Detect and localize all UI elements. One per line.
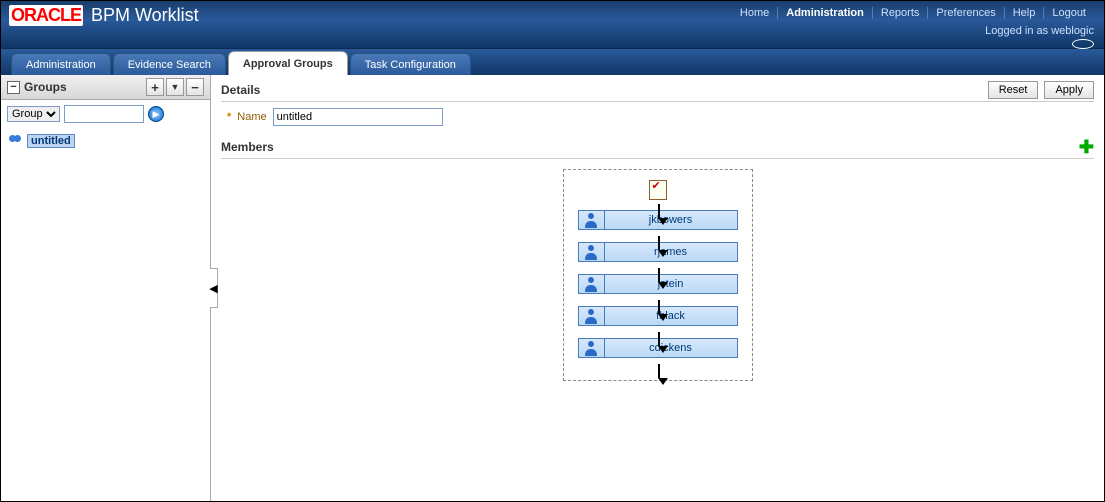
approval-flow: jkbowers rjames jstein fblack [563, 169, 753, 381]
collapse-icon[interactable]: − [7, 81, 20, 94]
accessibility-icon[interactable] [1072, 39, 1094, 49]
user-icon [584, 212, 598, 228]
member-name: jkbowers [605, 211, 737, 229]
splitter-handle[interactable]: ◀ [210, 268, 218, 308]
tab-bar: Administration Evidence Search Approval … [1, 49, 1104, 75]
oracle-logo: ORACLE [9, 5, 83, 26]
remove-group-button[interactable]: − [186, 78, 204, 96]
members-title: Members [221, 140, 274, 154]
nav-logout[interactable]: Logout [1044, 7, 1094, 19]
name-input[interactable] [273, 108, 443, 126]
member-name: rjames [605, 243, 737, 261]
filter-type-select[interactable]: Group [7, 106, 60, 122]
tab-administration[interactable]: Administration [11, 53, 111, 75]
app-title: BPM Worklist [91, 5, 199, 26]
groups-sidebar: − Groups + ▼ − Group ▶ untitled ◀ [1, 75, 211, 501]
user-icon [584, 308, 598, 324]
search-go-button[interactable]: ▶ [148, 106, 164, 122]
details-panel: Details Reset Apply * Name Members ✚ jkb… [211, 75, 1104, 501]
login-status: Logged in as weblogic [985, 25, 1094, 37]
group-icon [9, 134, 23, 148]
sidebar-title: Groups [24, 80, 67, 94]
user-icon [584, 244, 598, 260]
nav-administration[interactable]: Administration [778, 7, 873, 19]
nav-help[interactable]: Help [1005, 7, 1045, 19]
nav-reports[interactable]: Reports [873, 7, 929, 19]
tab-evidence-search[interactable]: Evidence Search [113, 53, 226, 75]
app-header: ORACLE BPM Worklist Home Administration … [1, 1, 1104, 49]
required-star-icon: * [227, 111, 231, 123]
filter-input[interactable] [64, 105, 144, 123]
user-icon [584, 340, 598, 356]
member-name: jstein [605, 275, 737, 293]
add-member-button[interactable]: ✚ [1079, 138, 1094, 156]
add-group-button[interactable]: + [146, 78, 164, 96]
nav-home[interactable]: Home [732, 7, 778, 19]
name-field-label: Name [237, 111, 266, 123]
tab-task-configuration[interactable]: Task Configuration [350, 53, 471, 75]
user-icon [584, 276, 598, 292]
member-name: fblack [605, 307, 737, 325]
apply-button[interactable]: Apply [1044, 81, 1094, 99]
member-name: cdickens [605, 339, 737, 357]
tab-approval-groups[interactable]: Approval Groups [228, 51, 348, 75]
nav-preferences[interactable]: Preferences [928, 7, 1004, 19]
reset-button[interactable]: Reset [988, 81, 1039, 99]
header-nav: Home Administration Reports Preferences … [732, 7, 1094, 19]
tree-item-untitled[interactable]: untitled [7, 132, 204, 150]
checklist-icon [649, 180, 667, 200]
dropdown-button[interactable]: ▼ [166, 78, 184, 96]
details-title: Details [221, 83, 260, 97]
tree-item-label: untitled [27, 134, 75, 148]
